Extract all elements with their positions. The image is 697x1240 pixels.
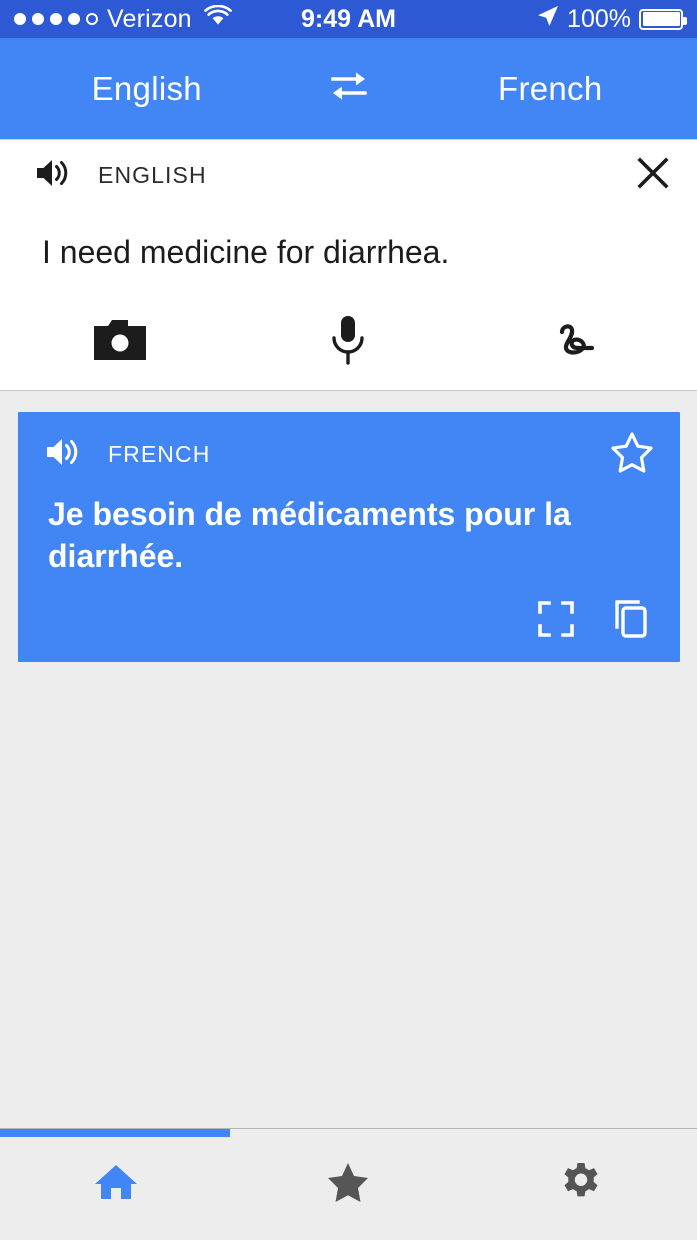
swap-arrows-icon xyxy=(327,68,371,109)
signal-dot xyxy=(68,13,80,25)
swap-languages-button[interactable] xyxy=(294,68,404,109)
translation-actions xyxy=(44,577,658,646)
battery-icon xyxy=(639,8,687,30)
progress-bar-fill xyxy=(0,1129,230,1137)
tab-starred[interactable] xyxy=(232,1136,464,1232)
star-filled-icon xyxy=(326,1161,370,1208)
source-language-button[interactable]: English xyxy=(0,70,294,108)
battery-percentage: 100% xyxy=(567,4,631,33)
copy-icon xyxy=(610,600,650,643)
clear-text-button[interactable] xyxy=(635,155,671,196)
translation-language-label: FRENCH xyxy=(108,440,211,467)
close-icon xyxy=(635,155,671,196)
translation-area: FRENCH Je besoin de médicaments pour la … xyxy=(0,391,697,1128)
camera-icon xyxy=(94,318,147,367)
signal-dot xyxy=(14,13,26,25)
target-language-button[interactable]: French xyxy=(404,70,697,108)
translation-speaker-button[interactable] xyxy=(44,435,84,474)
translation-card[interactable]: FRENCH Je besoin de médicaments pour la … xyxy=(18,412,680,663)
fullscreen-icon xyxy=(538,601,574,641)
voice-input-button[interactable] xyxy=(234,314,462,371)
battery-fill xyxy=(642,12,680,26)
microphone-icon xyxy=(328,314,368,371)
speaker-icon xyxy=(44,435,84,474)
signal-dot xyxy=(50,13,62,25)
status-bar-right: 100% xyxy=(537,4,687,34)
favorite-button[interactable] xyxy=(610,431,658,478)
status-bar: Verizon 9:49 AM 100% xyxy=(0,0,697,38)
handwriting-icon xyxy=(552,315,602,370)
tab-home[interactable] xyxy=(0,1136,232,1232)
home-icon xyxy=(93,1161,139,1208)
source-card-header: ENGLISH xyxy=(0,140,697,210)
wifi-icon xyxy=(203,4,232,34)
speaker-icon xyxy=(34,156,74,195)
source-text[interactable]: I need medicine for diarrhea. xyxy=(0,210,697,280)
location-arrow-icon xyxy=(537,5,559,34)
handwriting-input-button[interactable] xyxy=(463,315,691,370)
source-text-card: ENGLISH I need medicine for diarrhea. xyxy=(0,140,697,391)
status-bar-left: Verizon xyxy=(14,4,232,34)
language-selector-bar: English French xyxy=(0,38,697,140)
tab-settings[interactable] xyxy=(465,1136,697,1232)
fullscreen-button[interactable] xyxy=(538,601,574,642)
bottom-tab-bar xyxy=(0,1136,697,1232)
source-language-label: ENGLISH xyxy=(98,161,207,188)
copy-button[interactable] xyxy=(610,599,650,644)
signal-dot-empty xyxy=(86,13,98,25)
translation-text: Je besoin de médicaments pour la diarrhé… xyxy=(48,496,571,574)
gear-icon xyxy=(560,1161,602,1208)
progress-bar xyxy=(0,1128,697,1137)
signal-strength-indicator xyxy=(14,13,98,25)
bottom-spacer xyxy=(0,1232,697,1240)
camera-input-button[interactable] xyxy=(6,318,234,367)
signal-dot xyxy=(32,13,44,25)
input-method-bar xyxy=(0,294,697,390)
carrier-name: Verizon xyxy=(107,4,192,33)
translation-card-header: FRENCH xyxy=(44,430,658,478)
source-speaker-button[interactable] xyxy=(34,156,74,195)
app-screen: Verizon 9:49 AM 100% English French ENGL… xyxy=(0,0,697,1240)
star-outline-icon xyxy=(610,431,654,478)
